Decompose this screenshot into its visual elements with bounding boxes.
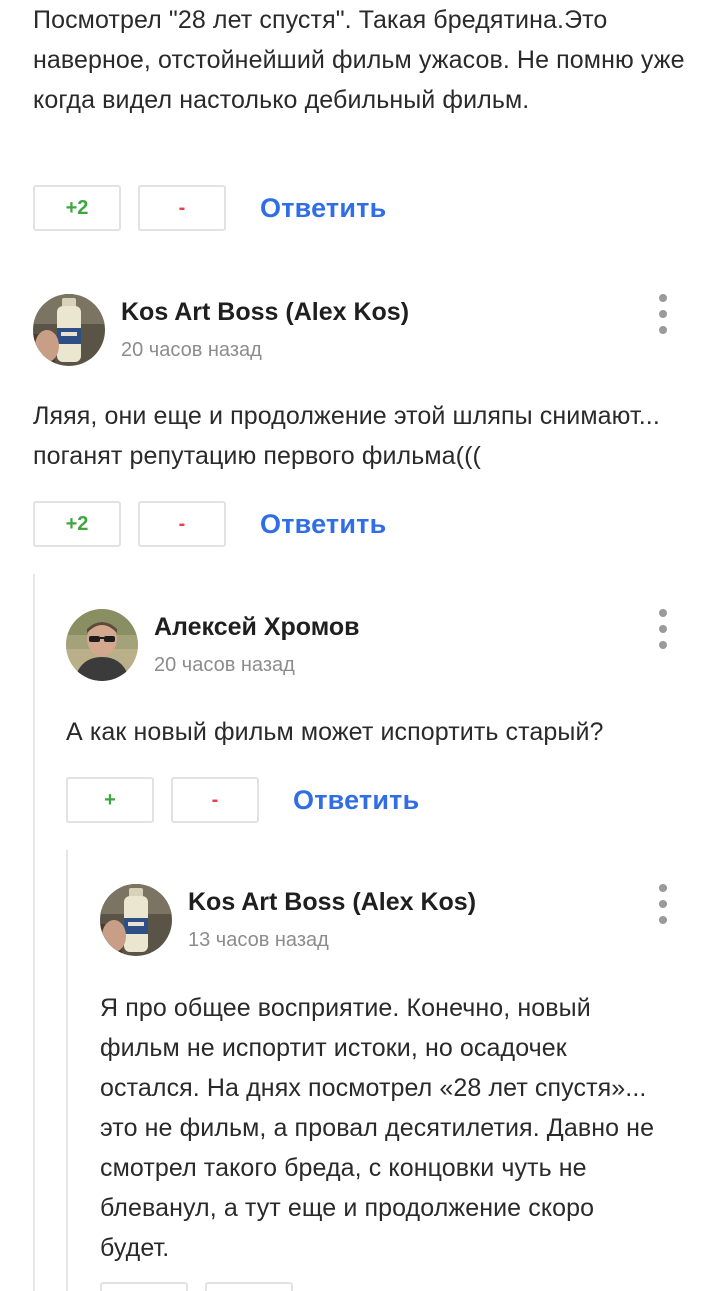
- thread-line: [66, 850, 68, 1291]
- comment-text: Я про общее восприятие. Конечно, новый ф…: [100, 994, 655, 1262]
- comment-text: Посмотрел "28 лет спустя". Такая бредяти…: [33, 6, 685, 114]
- comment-header: Алексей Хромов 20 часов назад: [66, 609, 693, 683]
- upvote-button[interactable]: +2: [33, 501, 121, 547]
- downvote-button[interactable]: -: [138, 501, 226, 547]
- comment-timestamp: 20 часов назад: [154, 654, 295, 676]
- comment-header: Kos Art Boss (Alex Kos) 13 часов назад: [100, 884, 693, 958]
- comment-author[interactable]: Kos Art Boss (Alex Kos): [121, 298, 409, 327]
- comment-text: Ляяя, они еще и продолжение этой шляпы с…: [33, 402, 660, 470]
- comment-actions: +2 - Ответить: [33, 184, 386, 232]
- more-options-icon[interactable]: [657, 884, 669, 924]
- downvote-button[interactable]: -: [171, 777, 259, 823]
- comment-actions: +2 - Ответить: [33, 500, 386, 548]
- comment-actions: + - Ответить: [66, 776, 419, 824]
- avatar[interactable]: [66, 609, 138, 681]
- upvote-button[interactable]: [100, 1282, 188, 1291]
- comment-author[interactable]: Алексей Хромов: [154, 613, 360, 642]
- bottle-avatar-icon: [100, 884, 172, 956]
- more-options-icon[interactable]: [657, 294, 669, 334]
- comment-timestamp: 13 часов назад: [188, 929, 329, 951]
- comment-header: Kos Art Boss (Alex Kos) 20 часов назад: [33, 294, 693, 368]
- thread-line: [33, 574, 35, 1291]
- reply-button[interactable]: Ответить: [260, 509, 386, 540]
- man-sunglasses-avatar-icon: [66, 609, 138, 681]
- upvote-button[interactable]: +: [66, 777, 154, 823]
- comment-timestamp: 20 часов назад: [121, 339, 262, 361]
- upvote-button[interactable]: +2: [33, 185, 121, 231]
- bottle-avatar-icon: [33, 294, 105, 366]
- comment-author[interactable]: Kos Art Boss (Alex Kos): [188, 888, 476, 917]
- avatar[interactable]: [33, 294, 105, 366]
- reply-button[interactable]: Ответить: [260, 193, 386, 224]
- comment-text: А как новый фильм может испортить старый…: [66, 718, 604, 746]
- downvote-button[interactable]: -: [138, 185, 226, 231]
- avatar[interactable]: [100, 884, 172, 956]
- reply-button[interactable]: Ответить: [293, 785, 419, 816]
- more-options-icon[interactable]: [657, 609, 669, 649]
- downvote-button[interactable]: [205, 1282, 293, 1291]
